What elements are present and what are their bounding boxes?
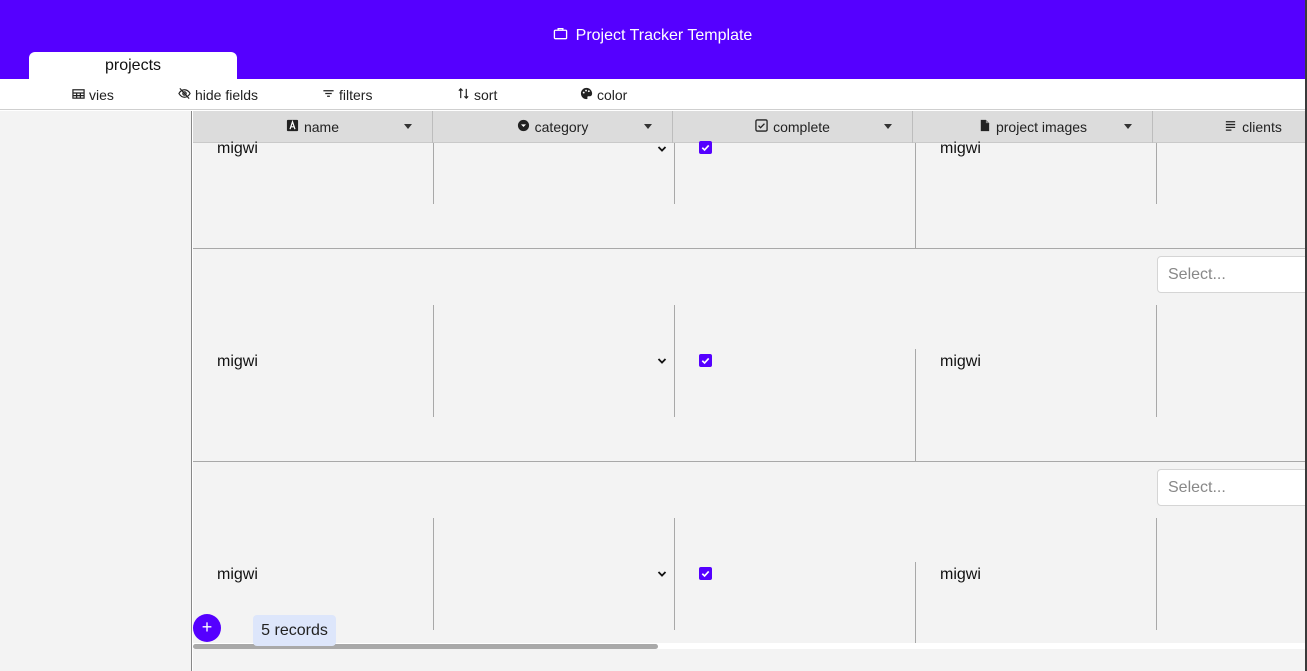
column-divider	[433, 305, 434, 417]
views-label: vies	[89, 87, 114, 103]
complete-checkbox[interactable]	[699, 141, 712, 154]
add-record-button[interactable]: +	[193, 614, 221, 642]
color-button[interactable]: color	[580, 87, 627, 103]
checkbox-icon	[755, 119, 768, 135]
name-cell[interactable]: migwi	[217, 566, 258, 584]
column-label: project images	[995, 119, 1088, 135]
column-divider	[915, 562, 916, 644]
caret-down-icon[interactable]	[1124, 124, 1132, 129]
grid-header: name category complete project images cl…	[193, 111, 1305, 143]
column-divider	[1156, 518, 1157, 630]
app-title: Project Tracker Template	[0, 26, 1305, 46]
column-header-category[interactable]: category	[433, 111, 673, 143]
caret-down-icon[interactable]	[884, 124, 892, 129]
row-divider	[193, 248, 1305, 249]
column-header-project-images[interactable]: project images	[913, 111, 1153, 143]
caret-down-icon[interactable]	[644, 124, 652, 129]
caret-down-icon[interactable]	[404, 124, 412, 129]
column-divider	[1156, 143, 1157, 204]
column-divider	[915, 143, 916, 248]
hide-fields-label: hide fields	[195, 87, 259, 103]
palette-icon	[580, 87, 593, 103]
text-field-icon	[286, 119, 299, 135]
views-button[interactable]: vies	[72, 87, 114, 103]
clients-select[interactable]: Select...	[1157, 256, 1305, 293]
filters-button[interactable]: filters	[322, 87, 372, 103]
records-grid: name category complete project images cl…	[193, 111, 1305, 671]
column-divider	[674, 305, 675, 417]
table-icon	[72, 87, 85, 103]
column-divider	[1156, 305, 1157, 417]
column-divider	[674, 518, 675, 630]
name-cell[interactable]: migwi	[217, 140, 258, 158]
project-images-cell[interactable]: migwi	[940, 353, 981, 371]
column-header-clients[interactable]: clients	[1153, 111, 1305, 143]
column-divider	[433, 518, 434, 630]
column-header-complete[interactable]: complete	[673, 111, 913, 143]
row-divider	[193, 461, 1305, 462]
briefcase-icon	[553, 26, 568, 46]
name-cell[interactable]: migwi	[217, 353, 258, 371]
chevron-down-icon[interactable]	[655, 142, 669, 156]
sort-button[interactable]: sort	[457, 87, 497, 103]
sort-icon	[457, 87, 470, 103]
column-label: name	[303, 119, 340, 135]
left-panel	[0, 111, 192, 671]
eye-off-icon	[178, 87, 191, 103]
app-header: Project Tracker Template projects	[0, 0, 1305, 79]
column-label: complete	[773, 119, 830, 135]
sort-label: sort	[474, 87, 498, 103]
project-images-cell[interactable]: migwi	[940, 566, 981, 584]
record-count-badge: 5 records	[253, 615, 336, 646]
column-divider	[915, 349, 916, 461]
column-label: clients	[1242, 119, 1282, 135]
tab-projects[interactable]: projects	[29, 52, 237, 79]
project-images-cell[interactable]: migwi	[940, 140, 981, 158]
column-divider	[433, 143, 434, 204]
chevron-down-icon[interactable]	[655, 567, 669, 581]
hide-fields-button[interactable]: hide fields	[178, 87, 258, 103]
complete-checkbox[interactable]	[699, 354, 712, 367]
complete-checkbox[interactable]	[699, 567, 712, 580]
column-divider	[674, 143, 675, 204]
column-header-name[interactable]: name	[193, 111, 433, 143]
color-label: color	[597, 87, 628, 103]
filter-icon	[322, 87, 335, 103]
clients-select[interactable]: Select...	[1157, 469, 1305, 506]
file-icon	[978, 119, 991, 135]
filters-label: filters	[339, 87, 373, 103]
chevron-down-icon[interactable]	[655, 354, 669, 368]
single-select-icon	[517, 119, 530, 135]
app-title-text: Project Tracker Template	[575, 27, 753, 44]
column-label: category	[534, 119, 589, 135]
toolbar: vies hide fields filters sort color	[0, 79, 1305, 110]
long-text-icon	[1224, 119, 1237, 135]
